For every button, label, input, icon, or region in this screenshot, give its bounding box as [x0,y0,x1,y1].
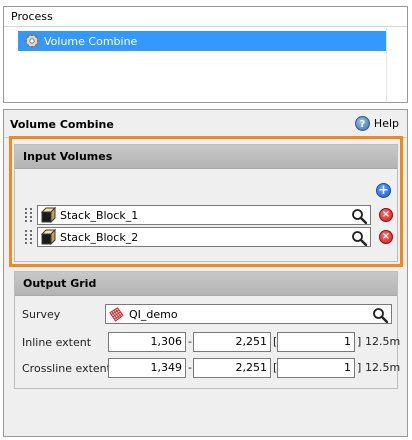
remove-icon[interactable]: × [379,208,393,222]
volume-field[interactable]: Stack_Block_2 [37,227,371,247]
volume-name: Stack_Block_2 [60,230,139,244]
process-list: Process Volume Combine [3,6,408,103]
crossline-step-field[interactable]: 1 [277,358,355,378]
output-grid-header[interactable]: Output Grid [15,272,397,296]
survey-label: Survey [22,308,61,321]
drag-handle-icon[interactable] [25,229,33,245]
crossline-extent-label: Crossline extent [22,362,111,375]
volume-row: Stack_Block_1 × [25,205,395,225]
help-label: Help [373,117,399,130]
crossline-from-field[interactable]: 1,349 [108,358,186,378]
remove-icon[interactable]: × [379,230,393,244]
crossline-close-bracket: ] [357,361,362,374]
crossline-to-field[interactable]: 2,251 [193,358,271,378]
survey-value: QI_demo [129,307,178,321]
input-volumes-header[interactable]: Input Volumes [15,145,397,169]
survey-field[interactable]: QI_demo [105,304,392,324]
help-icon: ? [354,116,370,131]
gear-icon [24,33,40,49]
volume-name: Stack_Block_1 [60,208,139,222]
process-item-label: Volume Combine [44,34,138,48]
add-icon[interactable]: + [376,183,391,198]
process-item-volume-combine[interactable]: Volume Combine [18,31,387,51]
input-volumes-group: Input Volumes + Stack_Block_1 × Stack_Bl… [14,144,398,262]
crossline-dash: - [188,361,192,374]
volume-combine-panel: Volume Combine ? Help Input Volumes + St… [3,109,408,437]
panel-title: Volume Combine [10,118,114,131]
search-icon[interactable] [372,307,388,323]
inline-close-bracket: ] [357,335,362,348]
inline-to-field[interactable]: 2,251 [193,332,271,352]
volume-icon [40,229,56,245]
help-button[interactable]: ? Help [354,116,399,131]
search-icon[interactable] [351,208,367,224]
drag-handle-icon[interactable] [25,207,33,223]
search-icon[interactable] [351,230,367,246]
process-list-scroll-area [386,27,407,102]
volume-field[interactable]: Stack_Block_1 [37,205,371,225]
inline-from-field[interactable]: 1,306 [108,332,186,352]
process-column-header[interactable]: Process [4,7,407,27]
inline-extent-label: Inline extent [22,336,92,349]
volume-icon [40,207,56,223]
inline-dash: - [188,335,192,348]
survey-grid-icon [109,306,124,322]
inline-step-field[interactable]: 1 [277,332,355,352]
inline-unit: 12.5m [365,335,401,348]
output-grid-group: Output Grid Survey QI_demo Inline extent… [14,271,401,389]
crossline-unit: 12.5m [365,361,401,374]
volume-row: Stack_Block_2 × [25,227,395,247]
